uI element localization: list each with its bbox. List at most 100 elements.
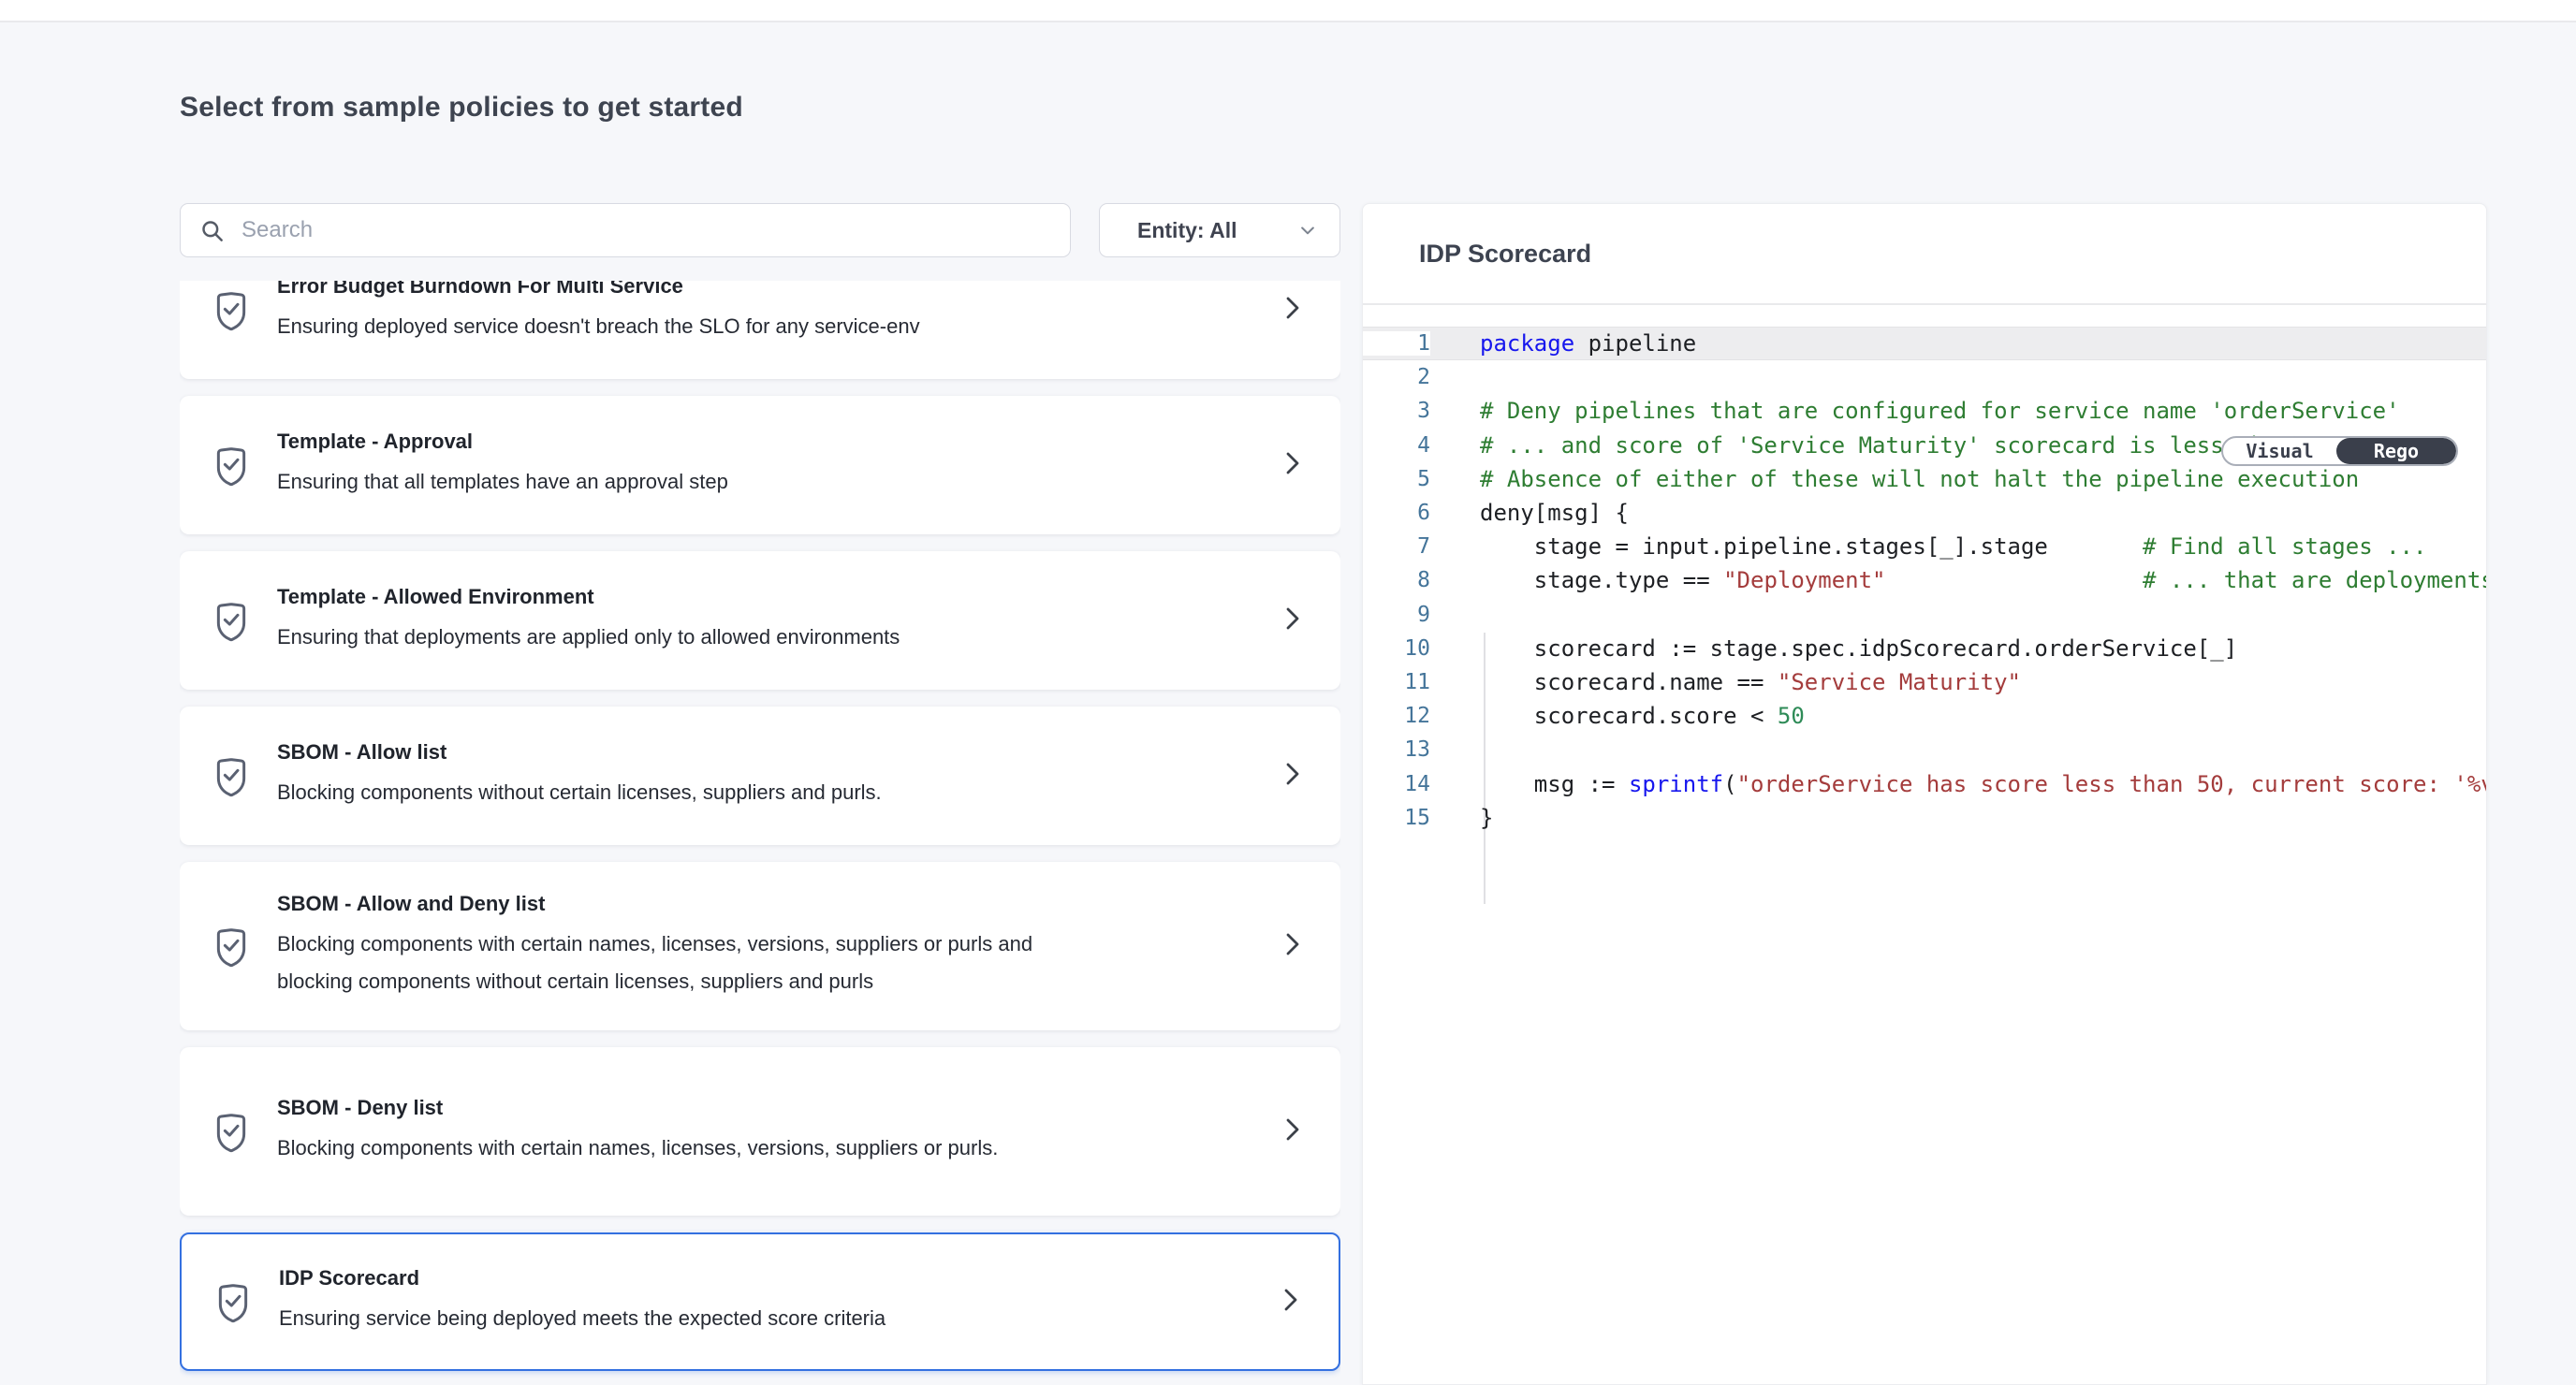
policy-card-error-budget-burndown-for-multi-service[interactable]: Error Budget Burndown For Multi ServiceE… [180, 281, 1340, 379]
policy-list: Error Budget Burndown For Multi ServiceE… [180, 281, 1340, 1385]
code-seg-pl [1885, 567, 2143, 593]
toggle-option-rego[interactable]: Rego [2336, 438, 2456, 464]
policy-card-title: SBOM - Allow list [277, 740, 1264, 765]
code-line-5: 5# Absence of either of these will not h… [1363, 462, 2486, 496]
search-input[interactable] [242, 217, 1051, 243]
chevron-down-icon [1298, 221, 1317, 240]
policy-card-text: Error Budget Burndown For Multi ServiceE… [277, 281, 1264, 345]
policy-card-description: Ensuring that deployments are applied on… [277, 619, 1091, 656]
policy-card-sbom-allow-and-deny-list[interactable]: SBOM - Allow and Deny list Blocking compo… [180, 862, 1340, 1030]
code-seg-str: "orderService has score less than 50, cu… [1737, 771, 2486, 797]
code-text: stage.type == "Deployment" # ... that ar… [1430, 567, 2486, 593]
code-seg-pl: scorecard.score < [1480, 703, 1778, 729]
code-seg-pl: ( [1723, 771, 1736, 797]
policy-card-title: SBOM - Allow and Deny list [277, 892, 1264, 916]
policy-card-idp-scorecard[interactable]: IDP Scorecard Ensuring service being depl… [180, 1232, 1340, 1371]
code-text: } [1430, 805, 2486, 831]
code-seg-com: # Absence of either of these will not ha… [1480, 466, 2359, 492]
chevron-right-icon [1282, 294, 1303, 327]
code-text: stage = input.pipeline.stages[_].stage #… [1430, 533, 2486, 560]
policy-card-template-approval[interactable]: Template - Approval Ensuring that all tem… [180, 396, 1340, 534]
chevron-right-icon [1282, 760, 1303, 793]
shield-check-icon [212, 290, 251, 338]
policy-card-title: SBOM - Deny list [277, 1096, 1264, 1120]
code-line-9: 9 [1363, 598, 2486, 632]
line-number: 13 [1363, 737, 1430, 762]
line-number: 12 [1363, 704, 1430, 728]
rego-code-editor[interactable]: 1package pipeline23# Deny pipelines that… [1363, 307, 2486, 1385]
code-seg-pl: stage.type == [1480, 567, 1723, 593]
code-line-2: 2 [1363, 360, 2486, 394]
code-text: scorecard.score < 50 [1430, 703, 2486, 729]
top-bar [0, 0, 2576, 22]
code-seg-str: "Deployment" [1723, 567, 1885, 593]
code-seg-com: # Find all stages ... [2143, 533, 2426, 560]
code-lines: 1package pipeline23# Deny pipelines that… [1363, 327, 2486, 835]
search-box[interactable] [180, 203, 1071, 257]
shield-check-icon [212, 601, 251, 649]
code-line-10: 10 scorecard := stage.spec.idpScorecard.… [1363, 632, 2486, 665]
code-seg-com: # ... and score of 'Service Maturity' sc… [1480, 432, 2346, 459]
detail-header: IDP Scorecard [1363, 204, 2486, 305]
code-line-13: 13 [1363, 733, 2486, 766]
shield-check-icon [212, 926, 251, 974]
policy-card-title: IDP Scorecard [279, 1266, 1262, 1290]
policy-card-template-allowed-environment[interactable]: Template - Allowed EnvironmentEnsuring t… [180, 551, 1340, 690]
code-seg-com: # Deny pipelines that are configured for… [1480, 398, 2400, 424]
chevron-right-icon [1282, 930, 1303, 963]
line-number: 4 [1363, 433, 1430, 458]
policy-card-sbom-deny-list[interactable]: SBOM - Deny list Blocking components with… [180, 1047, 1340, 1216]
policy-card-title: Template - Approval [277, 430, 1264, 454]
line-number: 8 [1363, 568, 1430, 592]
code-seg-str: "Service Maturity" [1778, 669, 2021, 695]
code-text: msg := sprintf("orderService has score l… [1430, 771, 2486, 797]
entity-filter-dropdown[interactable]: Entity: All [1099, 203, 1340, 257]
code-text: scorecard.name == "Service Maturity" [1430, 669, 2486, 695]
code-line-14: 14 msg := sprintf("orderService has scor… [1363, 766, 2486, 800]
code-line-8: 8 stage.type == "Deployment" # ... that … [1363, 563, 2486, 597]
shield-check-icon [213, 1282, 253, 1330]
line-number: 11 [1363, 670, 1430, 694]
line-number: 14 [1363, 772, 1430, 796]
policy-card-text: SBOM - Allow and Deny list Blocking compo… [277, 892, 1264, 1000]
visual-rego-toggle[interactable]: VisualRego [2221, 436, 2458, 466]
code-seg-pl: scorecard.name == [1480, 669, 1778, 695]
code-text: package pipeline [1430, 330, 2486, 357]
code-seg-kw: package [1480, 330, 1574, 357]
policy-card-description: Blocking components with certain names, … [277, 926, 1091, 1000]
code-line-6: 6deny[msg] { [1363, 496, 2486, 530]
policy-card-description: Ensuring service being deployed meets th… [279, 1300, 1093, 1337]
code-seg-kw: sprintf [1629, 771, 1723, 797]
policy-card-text: SBOM - Allow list Blocking components wit… [277, 740, 1264, 811]
line-number: 9 [1363, 603, 1430, 627]
code-text: deny[msg] { [1430, 500, 2486, 526]
toggle-option-visual[interactable]: Visual [2223, 438, 2336, 464]
policy-card-text: Template - Allowed EnvironmentEnsuring t… [277, 585, 1264, 656]
code-seg-com: # ... that are deployments [2143, 567, 2486, 593]
policy-card-description: Blocking components without certain lice… [277, 774, 1091, 811]
policy-card-description: Blocking components with certain names, … [277, 1130, 1091, 1167]
shield-check-icon [212, 1112, 251, 1159]
code-text: scorecard := stage.spec.idpScorecard.ord… [1430, 635, 2486, 662]
chevron-right-icon [1282, 1115, 1303, 1148]
page-title: Select from sample policies to get start… [180, 92, 743, 124]
code-text: # Absence of either of these will not ha… [1430, 466, 2486, 492]
code-seg-pl: deny[msg] { [1480, 500, 1629, 526]
code-line-3: 3# Deny pipelines that are configured fo… [1363, 394, 2486, 428]
code-seg-pl: } [1480, 805, 1493, 831]
line-number: 1 [1363, 331, 1430, 356]
code-line-1: 1package pipeline [1363, 327, 2486, 360]
code-line-11: 11 scorecard.name == "Service Maturity" [1363, 665, 2486, 699]
code-seg-pl: msg := [1480, 771, 1629, 797]
policy-card-description: Ensuring deployed service doesn't breach… [277, 308, 1091, 345]
policy-card-text: SBOM - Deny list Blocking components with… [277, 1096, 1264, 1167]
code-seg-pl: scorecard := stage.spec.idpScorecard.ord… [1480, 635, 2237, 662]
line-number: 10 [1363, 636, 1430, 661]
policy-card-description: Ensuring that all templates have an appr… [277, 463, 1091, 501]
code-seg-pl: pipeline [1574, 330, 1696, 357]
chevron-right-icon [1282, 449, 1303, 482]
chevron-right-icon [1282, 605, 1303, 637]
code-line-7: 7 stage = input.pipeline.stages[_].stage… [1363, 530, 2486, 563]
search-icon [199, 218, 225, 243]
policy-card-sbom-allow-list[interactable]: SBOM - Allow list Blocking components wit… [180, 707, 1340, 845]
